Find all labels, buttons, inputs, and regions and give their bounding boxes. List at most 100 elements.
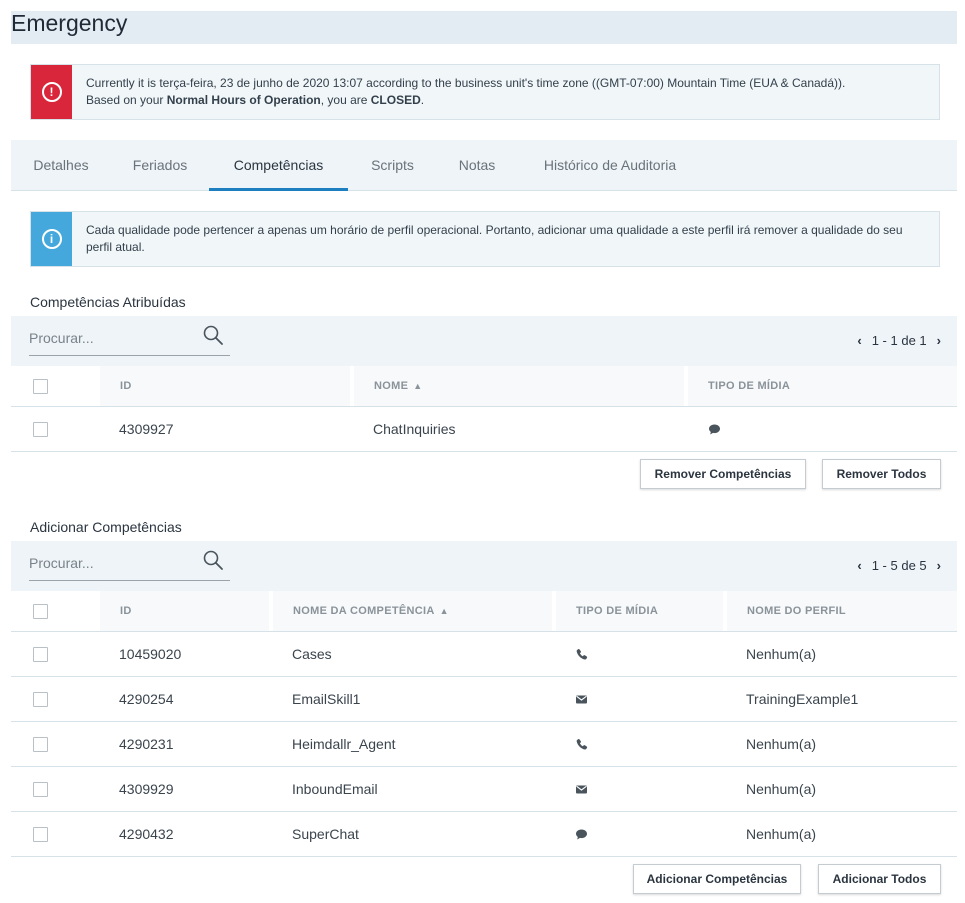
add-all-button[interactable]: Adicionar Todos <box>818 864 941 894</box>
remove-skills-button[interactable]: Remover Competências <box>640 459 806 489</box>
email-icon <box>576 695 587 703</box>
row-skill-name: EmailSkill1 <box>292 691 361 707</box>
table-row: 4309929 InboundEmail Nenhum(a) <box>11 767 957 812</box>
header-media[interactable]: TIPO DE MÍDIA <box>688 366 957 406</box>
assigned-pager: ‹ 1 - 1 de 1 › <box>857 333 941 348</box>
page-header: Emergency <box>11 11 957 44</box>
row-skill-name: Heimdallr_Agent <box>292 736 396 752</box>
header-media[interactable]: TIPO DE MÍDIA <box>556 591 723 631</box>
row-select-cell <box>33 407 48 451</box>
tab-feriados[interactable]: Feriados <box>111 140 209 190</box>
row-name: ChatInquiries <box>373 421 456 437</box>
next-page-icon[interactable]: › <box>937 333 941 348</box>
sort-asc-icon: ▲ <box>413 381 423 391</box>
prev-page-icon[interactable]: ‹ <box>857 333 861 348</box>
next-page-icon[interactable]: › <box>937 558 941 573</box>
status-message: Currently it is terça-feira, 23 de junho… <box>72 65 859 119</box>
hours-label: Normal Hours of Operation <box>166 93 321 107</box>
chat-icon <box>576 829 587 839</box>
row-checkbox[interactable] <box>33 736 48 752</box>
row-profile: Nenhum(a) <box>746 736 817 752</box>
tab-notas[interactable]: Notas <box>437 140 517 190</box>
row-media <box>575 677 588 721</box>
remove-all-button[interactable]: Remover Todos <box>822 459 941 489</box>
sort-asc-icon: ▲ <box>439 606 449 616</box>
add-section-title: Adicionar Competências <box>30 519 182 535</box>
closed-status: CLOSED <box>370 93 421 107</box>
page-title: Emergency <box>11 10 128 36</box>
row-select-cell <box>33 767 48 811</box>
add-skills-button[interactable]: Adicionar Competências <box>633 864 801 894</box>
row-id: 4290254 <box>119 691 174 707</box>
table-row: 4290231 Heimdallr_Agent Nenhum(a) <box>11 722 957 767</box>
row-profile: TrainingExample1 <box>746 691 859 707</box>
row-skill-name: Cases <box>292 646 332 662</box>
search-icon[interactable] <box>202 324 224 346</box>
add-search <box>29 547 230 581</box>
row-skill-name: SuperChat <box>292 826 359 842</box>
alert-badge: ! <box>31 65 72 119</box>
add-grid-header: ID NOME DA COMPETÊNCIA ▲ TIPO DE MÍDIA NO… <box>11 591 957 632</box>
row-id: 4309929 <box>119 781 174 797</box>
row-checkbox[interactable] <box>33 826 48 842</box>
row-media <box>708 407 721 451</box>
info-badge: i <box>31 212 72 266</box>
info-message: Cada qualidade pode pertencer a apenas u… <box>86 223 903 254</box>
row-media <box>575 722 588 766</box>
row-select-cell <box>33 632 48 676</box>
pager-text: 1 - 1 de 1 <box>871 333 927 348</box>
row-select-cell <box>33 722 48 766</box>
tab-historico-auditoria[interactable]: Histórico de Auditoria <box>517 140 703 190</box>
row-id: 4290231 <box>119 736 174 752</box>
header-name[interactable]: NOME ▲ <box>354 366 684 406</box>
assigned-search <box>29 322 230 356</box>
table-row: 4290432 SuperChat Nenhum(a) <box>11 812 957 857</box>
tab-detalhes[interactable]: Detalhes <box>11 140 111 190</box>
assigned-search-input[interactable] <box>29 330 194 346</box>
status-alert: ! Currently it is terça-feira, 23 de jun… <box>30 64 940 120</box>
table-row: 4309927 ChatInquiries <box>11 407 957 452</box>
row-media <box>575 812 588 856</box>
phone-icon <box>576 648 588 660</box>
row-profile: Nenhum(a) <box>746 826 817 842</box>
phone-icon <box>576 738 588 750</box>
row-checkbox[interactable] <box>33 421 48 437</box>
row-id: 4290432 <box>119 826 174 842</box>
chat-icon <box>709 424 720 434</box>
row-checkbox[interactable] <box>33 781 48 797</box>
info-alert: i Cada qualidade pode pertencer a apenas… <box>30 211 940 267</box>
assigned-grid-header: ID NOME ▲ TIPO DE MÍDIA <box>11 366 957 407</box>
tab-scripts[interactable]: Scripts <box>348 140 437 190</box>
add-search-input[interactable] <box>29 555 194 571</box>
row-checkbox[interactable] <box>33 646 48 662</box>
email-icon <box>576 785 587 793</box>
row-profile: Nenhum(a) <box>746 781 817 797</box>
info-icon: i <box>41 229 62 249</box>
assigned-toolbar: ‹ 1 - 1 de 1 › <box>11 316 957 366</box>
table-row: 4290254 EmailSkill1 TrainingExample1 <box>11 677 957 722</box>
select-all-checkbox[interactable] <box>33 603 48 619</box>
header-id[interactable]: ID <box>100 591 269 631</box>
row-media <box>575 767 588 811</box>
row-id: 4309927 <box>119 421 174 437</box>
tab-competencias[interactable]: Competências <box>209 140 348 191</box>
row-skill-name: InboundEmail <box>292 781 378 797</box>
prev-page-icon[interactable]: ‹ <box>857 558 861 573</box>
pager-text: 1 - 5 de 5 <box>871 558 927 573</box>
header-id[interactable]: ID <box>100 366 350 406</box>
header-skill-name[interactable]: NOME DA COMPETÊNCIA ▲ <box>273 591 552 631</box>
alert-icon: ! <box>41 82 62 102</box>
row-profile: Nenhum(a) <box>746 646 817 662</box>
add-pager: ‹ 1 - 5 de 5 › <box>857 558 941 573</box>
table-row: 10459020 Cases Nenhum(a) <box>11 632 957 677</box>
row-checkbox[interactable] <box>33 691 48 707</box>
row-select-cell <box>33 812 48 856</box>
select-all-checkbox[interactable] <box>33 378 48 394</box>
status-line-2: Based on your Normal Hours of Operation,… <box>86 93 425 107</box>
search-icon[interactable] <box>202 549 224 571</box>
header-select-cell <box>33 366 48 406</box>
status-line-1: Currently it is terça-feira, 23 de junho… <box>86 76 846 90</box>
tab-bar: Detalhes Feriados Competências Scripts N… <box>11 140 957 191</box>
assigned-section-title: Competências Atribuídas <box>30 294 186 310</box>
header-profile[interactable]: NOME DO PERFIL <box>727 591 957 631</box>
